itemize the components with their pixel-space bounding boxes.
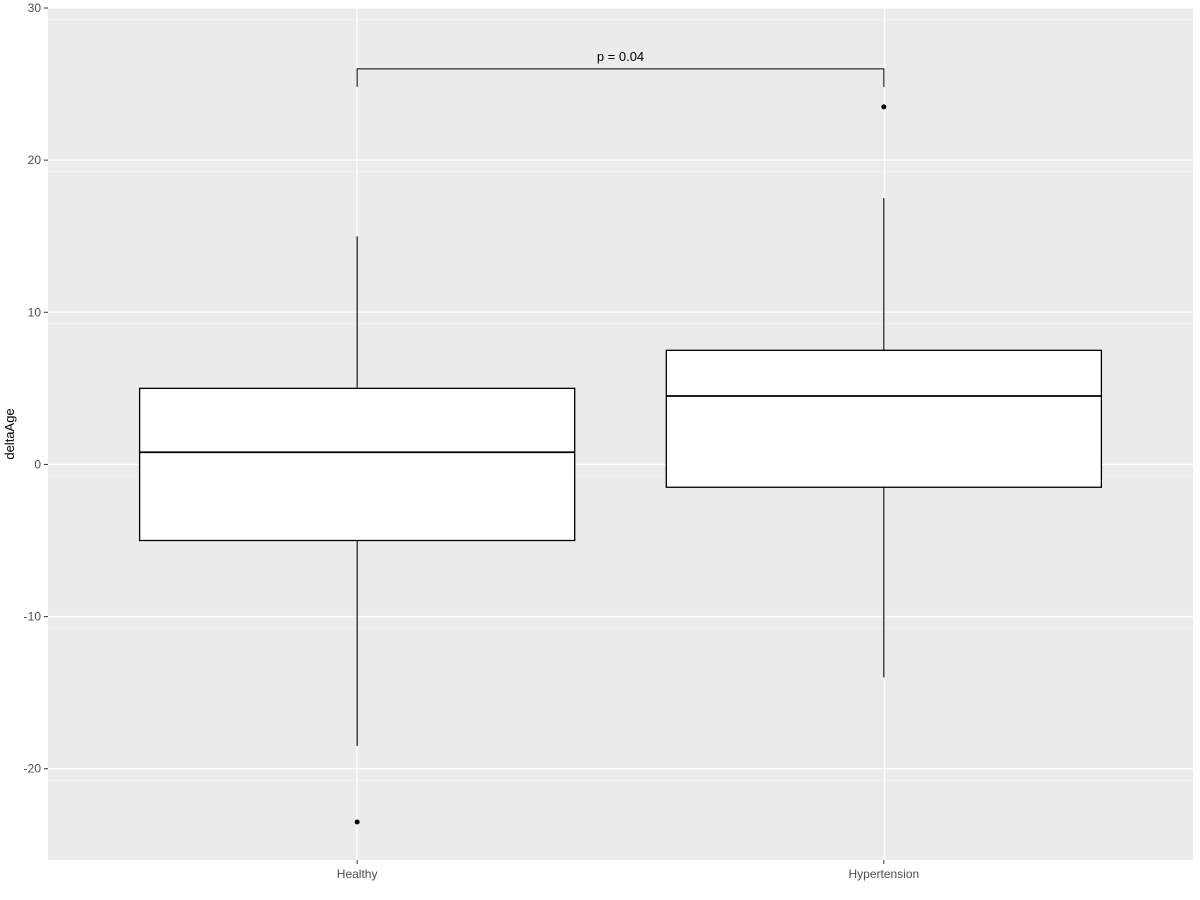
x-tick-label: Hypertension bbox=[848, 867, 919, 881]
y-tick-label: 30 bbox=[28, 1, 42, 15]
y-axis-title: deltaAge bbox=[2, 408, 17, 459]
boxplot-chart: p = 0.04 -20 -10 0 10 20 30 Healthy Hypertensi… bbox=[0, 0, 1200, 900]
y-tick-label: 20 bbox=[28, 153, 42, 167]
outlier-point bbox=[881, 104, 886, 109]
y-tick-label: -10 bbox=[24, 610, 42, 624]
box-healthy bbox=[140, 388, 575, 540]
plot-panel: p = 0.04 bbox=[48, 8, 1193, 860]
y-tick-label: 0 bbox=[34, 457, 41, 471]
y-tick-label: 10 bbox=[28, 305, 42, 319]
x-axis: Healthy Hypertension bbox=[337, 860, 919, 881]
significance-label: p = 0.04 bbox=[597, 49, 644, 64]
outlier-point bbox=[355, 819, 360, 824]
y-tick-label: -20 bbox=[24, 762, 42, 776]
y-axis: -20 -10 0 10 20 30 bbox=[24, 1, 48, 776]
x-tick-label: Healthy bbox=[337, 867, 378, 881]
box-hypertension bbox=[666, 350, 1101, 487]
